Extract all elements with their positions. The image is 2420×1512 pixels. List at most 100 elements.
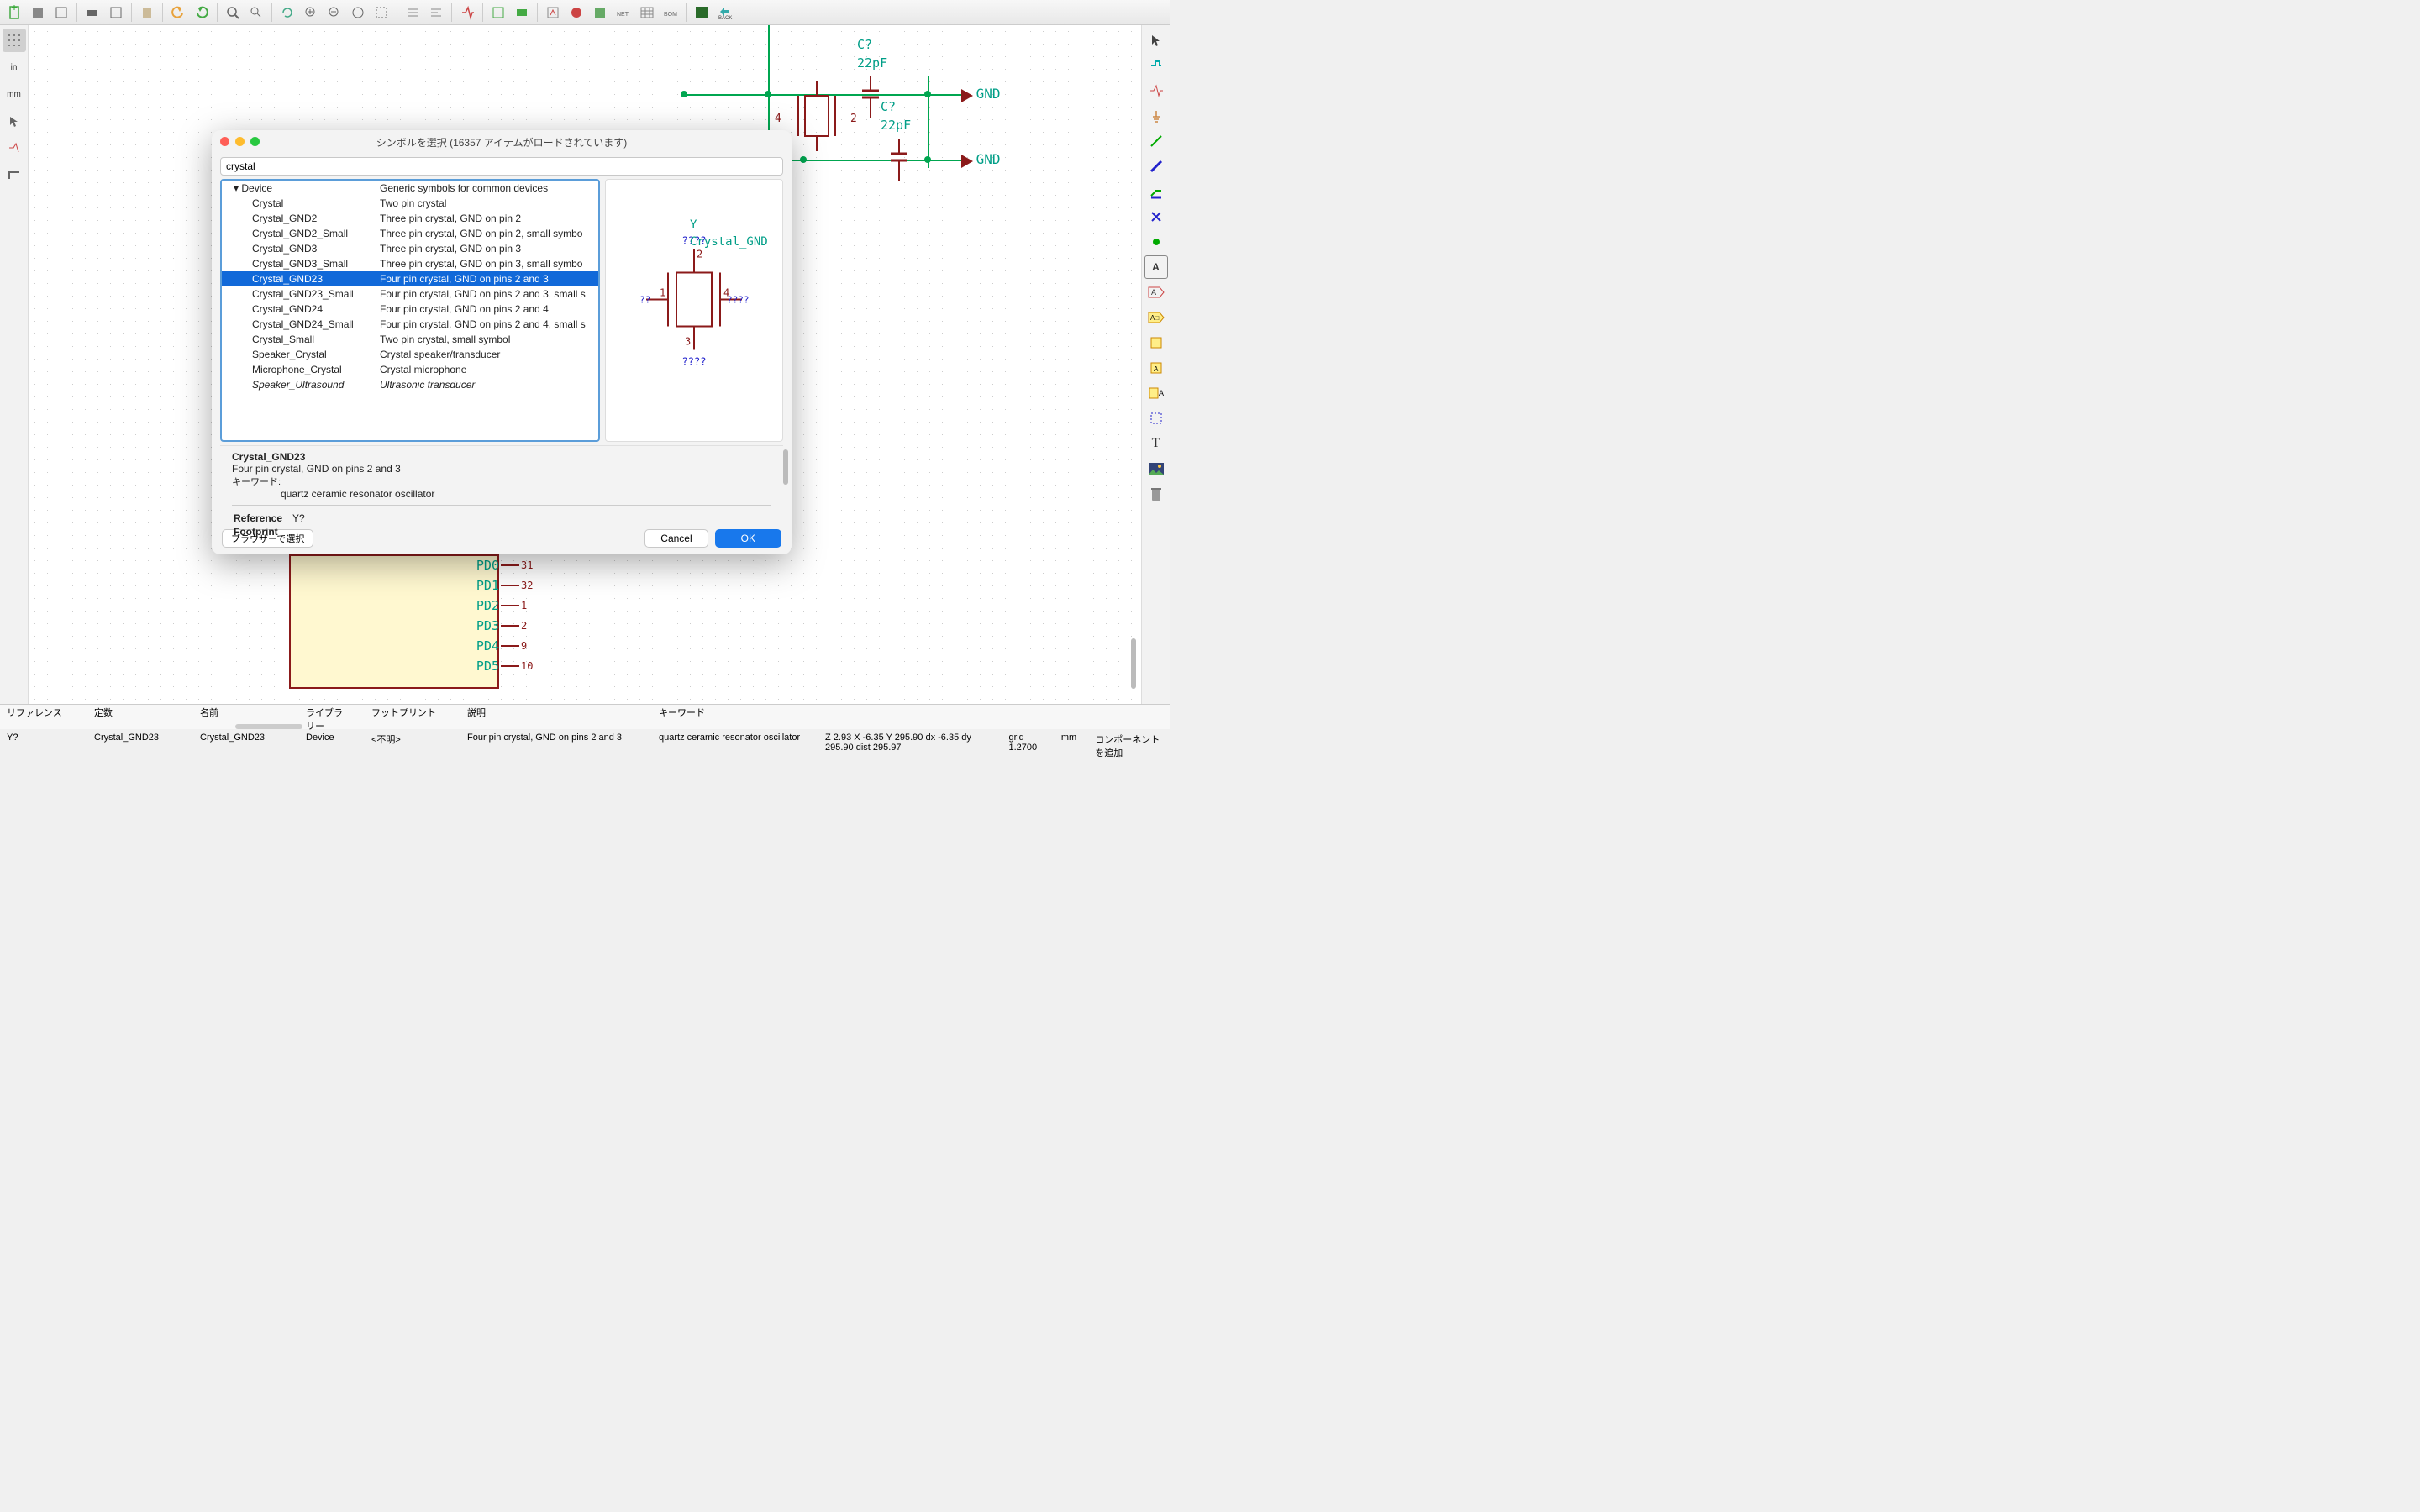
place-bus-icon[interactable] <box>1144 155 1168 178</box>
symbol-list[interactable]: ▾ Device Generic symbols for common devi… <box>220 179 600 442</box>
list-item[interactable]: Speaker_CrystalCrystal speaker/transduce… <box>222 347 598 362</box>
hier-sheet-icon[interactable] <box>1144 331 1168 354</box>
place-wire-icon[interactable] <box>1144 129 1168 153</box>
list-item[interactable]: Crystal_GND24_SmallFour pin crystal, GND… <box>222 317 598 332</box>
paste-icon[interactable] <box>136 2 158 24</box>
hierarchy-icon[interactable] <box>402 2 424 24</box>
top-toolbar: NET BOM BACK <box>0 0 1170 25</box>
c1-val[interactable]: 22pF <box>857 55 887 71</box>
list-item[interactable]: Crystal_GND2_SmallThree pin crystal, GND… <box>222 226 598 241</box>
canvas-scrollbar[interactable] <box>1131 638 1136 689</box>
dialog-title: シンボルを選択 (16357 アイテムがロードされています) <box>376 135 627 150</box>
browse-icon[interactable] <box>487 2 509 24</box>
find-icon[interactable] <box>222 2 244 24</box>
cancel-button[interactable]: Cancel <box>644 529 708 548</box>
list-item[interactable]: Speaker_UltrasoundUltrasonic transducer <box>222 377 598 392</box>
plot-icon[interactable] <box>105 2 127 24</box>
svg-text:A: A <box>1151 288 1156 297</box>
page-settings-icon[interactable] <box>50 2 72 24</box>
junction-icon[interactable] <box>1144 230 1168 254</box>
zoom-fit-icon[interactable] <box>347 2 369 24</box>
units-mm-icon[interactable]: mm <box>3 82 26 106</box>
symbol-editor-icon[interactable] <box>456 2 478 24</box>
assign-footprint-icon[interactable] <box>589 2 611 24</box>
svg-text:A: A <box>1159 389 1164 397</box>
place-symbol-icon[interactable] <box>1144 79 1168 102</box>
grid-toggle-icon[interactable] <box>3 29 26 52</box>
leave-sheet-icon[interactable] <box>425 2 447 24</box>
zoom-selection-icon[interactable] <box>371 2 392 24</box>
list-item[interactable]: Crystal_GND2Three pin crystal, GND on pi… <box>222 211 598 226</box>
save-icon[interactable] <box>27 2 49 24</box>
svg-text:2: 2 <box>697 249 702 260</box>
select-tool-icon[interactable] <box>1144 29 1168 52</box>
svg-text:3: 3 <box>685 336 691 348</box>
hscroll[interactable] <box>235 724 302 729</box>
list-item[interactable]: Crystal_GND24Four pin crystal, GND on pi… <box>222 302 598 317</box>
svg-text:BACK: BACK <box>718 16 732 20</box>
back-import-icon[interactable]: BACK <box>714 2 736 24</box>
cursor-shape-icon[interactable] <box>3 109 26 133</box>
c1-ref[interactable]: C? <box>857 37 872 52</box>
bom-icon[interactable]: BOM <box>660 2 681 24</box>
hidden-pins-icon[interactable] <box>3 136 26 160</box>
svg-text:A□: A□ <box>1150 314 1159 322</box>
svg-text:A: A <box>1154 365 1159 373</box>
redo-icon[interactable] <box>191 2 213 24</box>
units-in-icon[interactable]: in <box>3 55 26 79</box>
c2-val[interactable]: 22pF <box>881 118 911 133</box>
symbol-chooser-dialog: シンボルを選択 (16357 アイテムがロードされています) ▾ Device … <box>212 130 792 554</box>
refresh-icon[interactable] <box>276 2 298 24</box>
c2-ref[interactable]: C? <box>881 99 896 114</box>
left-toolbar: in mm <box>0 25 29 704</box>
dialog-titlebar[interactable]: シンボルを選択 (16357 アイテムがロードされています) <box>212 130 792 154</box>
zoom-out-icon[interactable] <box>324 2 345 24</box>
erc-icon[interactable] <box>566 2 587 24</box>
force-hv-icon[interactable] <box>3 163 26 186</box>
netlist-icon[interactable]: NET <box>613 2 634 24</box>
symbol-details: Crystal_GND23 Four pin crystal, GND on p… <box>220 445 783 522</box>
list-item[interactable]: Crystal_GND3Three pin crystal, GND on pi… <box>222 241 598 256</box>
list-item[interactable]: Crystal_GND23Four pin crystal, GND on pi… <box>222 271 598 286</box>
print-icon[interactable] <box>82 2 103 24</box>
list-item[interactable]: CrystalTwo pin crystal <box>222 196 598 211</box>
close-icon[interactable] <box>220 137 229 146</box>
global-label-icon[interactable]: A <box>1144 281 1168 304</box>
pcb-icon[interactable] <box>691 2 713 24</box>
annotate-icon[interactable] <box>542 2 564 24</box>
import-hier-icon[interactable]: A <box>1144 356 1168 380</box>
undo-icon[interactable] <box>167 2 189 24</box>
library-header[interactable]: ▾ Device Generic symbols for common devi… <box>222 181 598 196</box>
hier-label-icon[interactable]: A□ <box>1144 306 1168 329</box>
svg-text:??: ?? <box>639 295 650 306</box>
zoom-in-icon[interactable] <box>300 2 322 24</box>
status-bar: リファレンス定数名前ライブラリーフットプリント説明キーワード Y?Crystal… <box>0 704 1170 729</box>
maximize-icon[interactable] <box>250 137 260 146</box>
list-item[interactable]: Crystal_SmallTwo pin crystal, small symb… <box>222 332 598 347</box>
bus-entry-icon[interactable] <box>1144 180 1168 203</box>
highlight-net-icon[interactable] <box>1144 54 1168 77</box>
list-item[interactable]: Crystal_GND3_SmallThree pin crystal, GND… <box>222 256 598 271</box>
hier-pin-icon[interactable]: A <box>1144 381 1168 405</box>
net-label-icon[interactable]: A <box>1144 255 1168 279</box>
details-scrollbar[interactable] <box>783 449 788 485</box>
place-power-icon[interactable] <box>1144 104 1168 128</box>
list-item[interactable]: Crystal_GND23_SmallFour pin crystal, GND… <box>222 286 598 302</box>
symbol-fields-icon[interactable] <box>636 2 658 24</box>
minimize-icon[interactable] <box>235 137 245 146</box>
replace-icon[interactable] <box>245 2 267 24</box>
list-item[interactable]: Microphone_CrystalCrystal microphone <box>222 362 598 377</box>
footprint-icon[interactable] <box>511 2 533 24</box>
dashed-line-icon[interactable] <box>1144 407 1168 430</box>
search-input[interactable] <box>220 157 783 176</box>
gnd-symbol-icon <box>961 89 973 102</box>
svg-text:????: ???? <box>682 356 707 368</box>
noconn-icon[interactable] <box>1144 205 1168 228</box>
ok-button[interactable]: OK <box>715 529 781 548</box>
delete-icon[interactable] <box>1144 482 1168 506</box>
image-icon[interactable] <box>1144 457 1168 480</box>
symbol-preview: ???? 2 1 4 3 ???? ?? ???? Y <box>605 179 783 442</box>
text-icon[interactable]: T <box>1144 432 1168 455</box>
new-icon[interactable] <box>3 2 25 24</box>
right-toolbar: A A A□ A A T <box>1141 25 1170 704</box>
